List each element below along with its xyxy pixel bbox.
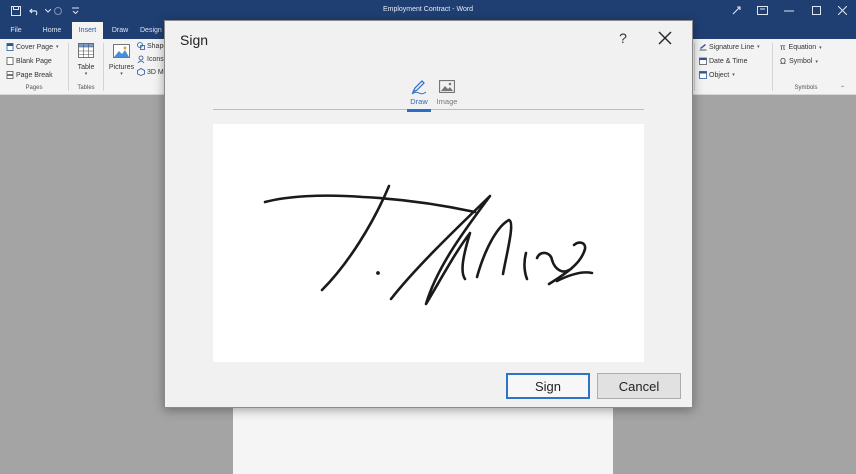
tab-draw[interactable]: Draw bbox=[107, 22, 133, 39]
document-page[interactable] bbox=[233, 405, 613, 474]
tab-image[interactable]: Image bbox=[434, 77, 460, 111]
signature-line-dropdown-icon: ▾ bbox=[757, 44, 760, 50]
icons-button[interactable]: Icons bbox=[137, 55, 164, 64]
cover-page-dropdown-icon: ▾ bbox=[55, 44, 59, 50]
sign-dialog: Sign ? Draw Image Sign Cancel bbox=[164, 20, 693, 408]
signature-line-icon bbox=[699, 43, 707, 51]
title-bar: Employment Contract - Word bbox=[0, 0, 856, 22]
omega-icon: Ω bbox=[780, 57, 786, 66]
object-icon bbox=[699, 71, 707, 79]
pictures-button[interactable]: Pictures ▾ bbox=[108, 44, 135, 77]
object-label: Object bbox=[709, 71, 730, 79]
pictures-icon bbox=[113, 44, 130, 60]
table-label: Table bbox=[77, 64, 95, 71]
object-dropdown-icon: ▾ bbox=[732, 72, 735, 78]
sign-button[interactable]: Sign bbox=[506, 373, 590, 399]
icons-label: Icons bbox=[147, 55, 164, 63]
group-separator bbox=[103, 43, 104, 91]
equation-button[interactable]: π Equation ▾ bbox=[780, 43, 822, 52]
page-break-label: Page Break bbox=[16, 71, 53, 79]
collapse-ribbon-icon[interactable]: ⌃ bbox=[840, 85, 845, 92]
page-break-button[interactable]: Page Break bbox=[6, 71, 53, 79]
close-window-icon[interactable] bbox=[834, 3, 850, 18]
dialog-title: Sign bbox=[180, 32, 209, 48]
help-button[interactable]: ? bbox=[615, 30, 631, 48]
symbol-label: Symbol bbox=[788, 58, 813, 65]
ribbon-display-options-icon[interactable] bbox=[754, 3, 770, 18]
pictures-label: Pictures bbox=[108, 64, 135, 71]
symbol-button[interactable]: Ω Symbol ▾ bbox=[780, 57, 818, 66]
symbols-group-label: Symbols bbox=[794, 85, 818, 91]
table-dropdown-icon: ▾ bbox=[84, 71, 88, 77]
group-separator bbox=[772, 43, 773, 91]
minimize-icon[interactable] bbox=[781, 3, 797, 18]
image-icon bbox=[439, 80, 455, 93]
cover-page-button[interactable]: Cover Page ▾ bbox=[6, 43, 58, 51]
tab-home[interactable]: Home bbox=[36, 22, 68, 39]
pen-icon bbox=[411, 80, 427, 95]
signature-drawing bbox=[263, 184, 594, 306]
table-button[interactable]: Table ▾ bbox=[75, 43, 97, 77]
date-time-button[interactable]: Date & Time bbox=[699, 57, 748, 65]
page-break-icon bbox=[6, 71, 14, 79]
group-separator bbox=[694, 43, 695, 91]
maximize-icon[interactable] bbox=[808, 3, 824, 18]
blank-page-button[interactable]: Blank Page bbox=[6, 57, 52, 65]
tab-file[interactable]: File bbox=[4, 22, 28, 39]
blank-page-label: Blank Page bbox=[16, 57, 52, 65]
symbol-dropdown-icon: ▾ bbox=[815, 58, 818, 65]
tables-group-label: Tables bbox=[77, 85, 95, 91]
signature-canvas[interactable] bbox=[213, 124, 644, 362]
active-tab-indicator bbox=[407, 109, 431, 112]
group-separator bbox=[68, 43, 69, 91]
date-time-label: Date & Time bbox=[709, 57, 748, 65]
cancel-button[interactable]: Cancel bbox=[597, 373, 681, 399]
table-icon bbox=[78, 43, 94, 60]
cover-page-icon bbox=[6, 43, 14, 51]
tab-design[interactable]: Design bbox=[140, 22, 164, 39]
signature-line-label: Signature Line bbox=[709, 43, 755, 51]
equation-dropdown-icon: ▾ bbox=[819, 44, 822, 51]
signature-line-button[interactable]: Signature Line ▾ bbox=[699, 43, 760, 51]
pictures-dropdown-icon: ▾ bbox=[120, 71, 123, 77]
pi-icon: π bbox=[780, 43, 786, 52]
calendar-icon bbox=[699, 57, 707, 65]
tab-image-label: Image bbox=[436, 97, 458, 106]
cover-page-label: Cover Page bbox=[16, 43, 53, 51]
close-icon[interactable] bbox=[656, 29, 674, 47]
shapes-icon bbox=[137, 42, 145, 50]
icons-icon bbox=[137, 55, 145, 64]
pages-group-label: Pages bbox=[25, 85, 43, 91]
tab-insert[interactable]: Insert bbox=[72, 22, 103, 39]
object-button[interactable]: Object ▾ bbox=[699, 71, 735, 79]
3d-models-icon bbox=[137, 68, 145, 76]
sign-in-icon[interactable] bbox=[728, 3, 744, 18]
blank-page-icon bbox=[6, 57, 14, 65]
equation-label: Equation bbox=[788, 44, 817, 51]
